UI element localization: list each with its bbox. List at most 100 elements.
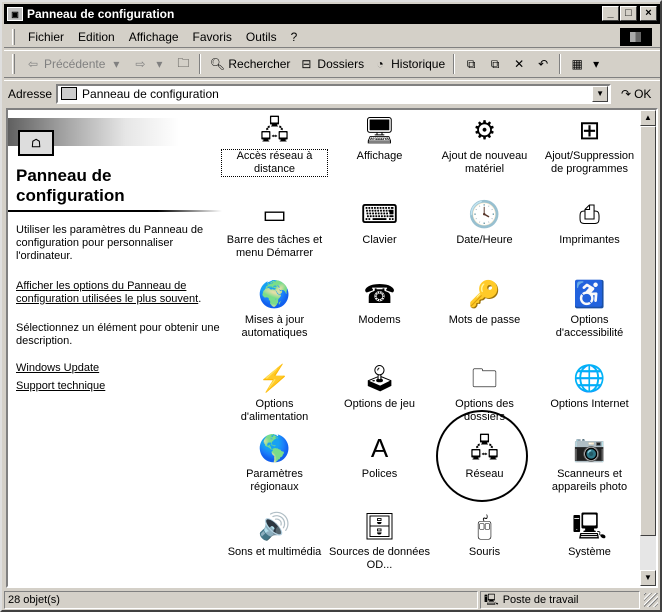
explorer-window: ▣ Panneau de configuration _ □ × Fichier…: [0, 0, 662, 612]
computer-icon: 🖳: [484, 593, 499, 606]
views-button[interactable]: ▦ ▾: [565, 53, 608, 75]
control-panel-item[interactable]: 🕹 Options de jeu: [327, 362, 432, 411]
search-button[interactable]: 🔍︎ Rechercher: [205, 53, 294, 75]
minimize-button[interactable]: _: [602, 6, 619, 21]
control-panel-item[interactable]: ▭ Barre des tâches et menu Démarrer: [222, 198, 327, 260]
chevron-down-icon: ▾: [113, 57, 120, 71]
control-panel-item[interactable]: 🖰 Souris: [432, 510, 537, 559]
undo-icon: ↶: [538, 57, 549, 71]
item-label: Options de jeu: [344, 398, 415, 410]
search-label: Rechercher: [228, 57, 291, 71]
auto-update-icon: 🌍: [258, 278, 291, 309]
address-input[interactable]: Panneau de configuration ▼: [56, 83, 612, 104]
control-panel-item[interactable]: A Polices: [327, 432, 432, 481]
item-label: Sons et multimédia: [227, 546, 322, 558]
move-to-button[interactable]: ⧉: [459, 53, 483, 75]
back-label: Précédente: [44, 57, 106, 71]
item-label: Accès réseau à distance: [221, 149, 328, 177]
control-panel-item[interactable]: 🔑 Mots de passe: [432, 278, 537, 327]
history-label: Historique: [391, 57, 446, 71]
scanner-camera-icon: 📷: [573, 432, 606, 463]
folders-button[interactable]: ⊟ Dossiers: [294, 53, 368, 75]
item-label: Ajout/Suppression de programmes: [544, 150, 635, 175]
control-panel-item[interactable]: ♿ Options d'accessibilité: [537, 278, 642, 340]
dialup-networking-icon: 🖧: [260, 114, 289, 145]
undo-button[interactable]: ↶: [531, 53, 555, 75]
printers-icon: ⎙: [579, 198, 600, 229]
control-panel-item[interactable]: ⎙ Imprimantes: [537, 198, 642, 247]
toolbar-grip[interactable]: [12, 54, 15, 74]
back-button[interactable]: ⇦ Précédente ▾: [21, 53, 128, 75]
menu-grip[interactable]: [12, 28, 15, 45]
views-icon: ▦: [571, 57, 583, 71]
menu-fichier[interactable]: Fichier: [21, 30, 71, 44]
folder-options-icon: 🗀: [471, 362, 498, 393]
control-panel-item[interactable]: 🖧 Accès réseau à distance: [221, 114, 328, 177]
windows-update-link[interactable]: Windows Update: [16, 362, 99, 374]
menu-outils[interactable]: Outils: [239, 30, 284, 44]
control-panel-icon: ☖: [18, 130, 54, 156]
control-panel-item[interactable]: ⚙ Ajout de nouveau matériel: [432, 114, 537, 176]
item-label: Mots de passe: [448, 314, 521, 326]
taskbar-icon: ▭: [262, 198, 287, 229]
odbc-icon: 🗄: [363, 510, 397, 541]
windows-logo-icon: [620, 28, 652, 46]
menu-help[interactable]: ?: [284, 30, 305, 44]
status-zone: 🖳 Poste de travail: [480, 591, 640, 609]
control-panel-item[interactable]: ☎ Modems: [327, 278, 432, 327]
maximize-button[interactable]: □: [620, 6, 637, 21]
control-panel-item[interactable]: 🖥 Affichage: [327, 114, 432, 163]
control-panel-item[interactable]: ⚡ Options d'alimentation: [222, 362, 327, 424]
control-panel-item[interactable]: 🌎 Paramètres régionaux: [222, 432, 327, 494]
control-panel-item[interactable]: 🗄 Sources de données OD...: [327, 510, 432, 572]
keyboard-icon: ⌨: [360, 198, 399, 229]
control-panel-item[interactable]: 📷 Scanneurs et appareils photo: [537, 432, 642, 494]
history-button[interactable]: ◔ Historique: [368, 53, 449, 75]
menu-favoris[interactable]: Favoris: [186, 30, 239, 44]
control-panel-item[interactable]: ⌨ Clavier: [327, 198, 432, 247]
close-button[interactable]: ×: [640, 6, 657, 21]
system-icon: 🖳: [572, 510, 607, 541]
standard-toolbar: ⇦ Précédente ▾ ⇨ ▾ 🗀 🔍︎ Rechercher ⊟ Dos…: [4, 50, 660, 78]
control-panel-item[interactable]: 🔊 Sons et multimédia: [222, 510, 327, 559]
toolbar-separator: [559, 54, 562, 74]
control-panel-item[interactable]: 🌐 Options Internet: [537, 362, 642, 411]
scroll-up-button[interactable]: ▲: [640, 110, 656, 126]
control-panel-item[interactable]: 🕓 Date/Heure: [432, 198, 537, 247]
resize-grip[interactable]: [644, 593, 658, 607]
item-label: Date/Heure: [456, 234, 513, 246]
add-remove-programs-icon: ⊞: [578, 114, 601, 145]
scroll-down-button[interactable]: ▼: [640, 570, 656, 586]
vertical-scrollbar[interactable]: ▲ ▼: [640, 110, 656, 586]
menu-affichage[interactable]: Affichage: [122, 30, 186, 44]
chevron-down-icon: ▾: [593, 57, 600, 71]
delete-button[interactable]: ✕: [507, 53, 531, 75]
item-label: Options d'accessibilité: [555, 314, 624, 339]
up-folder-button[interactable]: 🗀: [171, 53, 195, 75]
forward-button[interactable]: ⇨ ▾: [128, 53, 171, 75]
toolbar-separator: [199, 54, 202, 74]
copy-to-button[interactable]: ⧉: [483, 53, 507, 75]
control-panel-item[interactable]: 🖳 Système: [537, 510, 642, 559]
passwords-icon: 🔑: [468, 278, 501, 309]
search-icon: 🔍︎: [209, 57, 225, 71]
item-label: Ajout de nouveau matériel: [441, 150, 528, 175]
status-count: 28 objet(s): [4, 591, 478, 609]
item-label: Barre des tâches et menu Démarrer: [226, 234, 323, 259]
toolbar-separator: [453, 54, 456, 74]
control-panel-icon: [61, 87, 78, 100]
item-label: Sources de données OD...: [329, 546, 430, 571]
show-all-options-link[interactable]: Afficher les options du Panneau de confi…: [16, 280, 198, 305]
control-panel-item[interactable]: ⊞ Ajout/Suppression de programmes: [537, 114, 642, 176]
content-area: ☖ Panneau de configuration Utiliser les …: [6, 108, 658, 588]
go-button[interactable]: ↷ OK: [621, 87, 651, 101]
menu-edition[interactable]: Edition: [71, 30, 122, 44]
support-link[interactable]: Support technique: [16, 380, 105, 392]
item-label: Affichage: [356, 150, 403, 162]
scroll-thumb[interactable]: [640, 126, 656, 536]
control-panel-item[interactable]: 🌍 Mises à jour automatiques: [222, 278, 327, 340]
address-bar: Adresse Panneau de configuration ▼ ↷ OK: [4, 80, 660, 106]
title-bar[interactable]: ▣ Panneau de configuration _ □ ×: [4, 4, 660, 24]
delete-icon: ✕: [514, 57, 525, 71]
address-dropdown-button[interactable]: ▼: [592, 85, 609, 102]
